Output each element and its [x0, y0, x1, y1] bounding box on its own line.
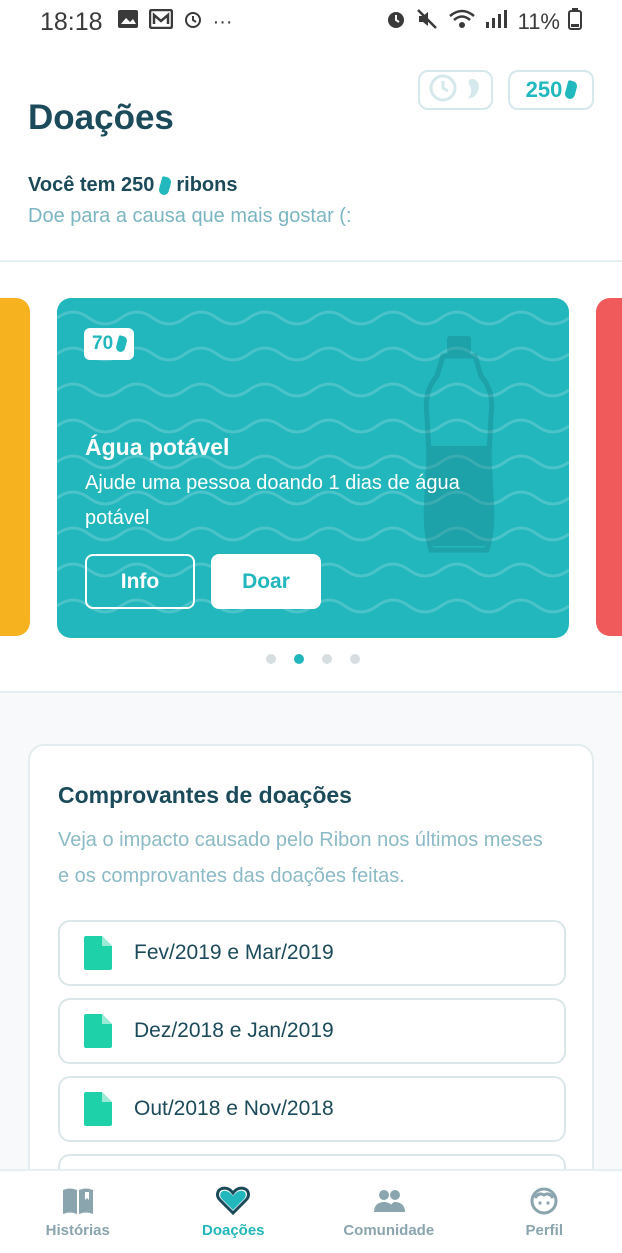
nav-label: Doações [201, 1221, 265, 1239]
mail-icon [148, 8, 173, 35]
ribon-icon [115, 335, 129, 353]
status-bar: 18:18 ··· 11% [0, 0, 622, 44]
history-button[interactable] [418, 70, 493, 110]
cause-card-next[interactable] [596, 298, 622, 636]
page-dot[interactable] [322, 654, 332, 664]
receipts-title: Comprovantes de doações [58, 782, 352, 808]
ribon-icon [158, 175, 173, 196]
page-dot[interactable] [266, 654, 276, 664]
status-system: 11% [384, 8, 582, 36]
battery-icon [568, 8, 582, 36]
ribons-summary: Você tem 250 ribons [28, 174, 238, 197]
receipt-item[interactable]: Fev/2019 e Mar/2019 [58, 920, 566, 986]
cause-description: Ajude uma pessoa doando 1 dias de água p… [85, 472, 460, 529]
document-icon [84, 936, 112, 970]
receipt-label: Fev/2019 e Mar/2019 [134, 941, 334, 964]
book-icon [61, 1186, 95, 1216]
receipt-item[interactable]: Dez/2018 e Jan/2019 [58, 998, 566, 1064]
nav-item-historias[interactable]: Histórias [0, 1171, 156, 1253]
page-dot[interactable] [350, 654, 360, 664]
causes-carousel[interactable]: 70 Água potável Ajude uma pessoa doando … [0, 260, 622, 693]
nav-item-comunidade[interactable]: Comunidade [311, 1171, 467, 1253]
document-icon [84, 1014, 112, 1048]
ribon-icon [564, 80, 579, 100]
balance-value: 250 [525, 77, 563, 102]
donate-button[interactable]: Doar [211, 554, 321, 609]
image-icon [117, 9, 139, 35]
community-icon [372, 1186, 406, 1216]
heart-icon [216, 1186, 251, 1216]
receipt-item[interactable]: Out/2018 e Nov/2018 [58, 1076, 566, 1142]
more-notifications: ··· [212, 10, 233, 33]
alarm-set-icon [384, 8, 408, 36]
signal-icon [484, 8, 510, 36]
cause-card-previous[interactable] [0, 298, 30, 636]
status-time: 18:18 [40, 7, 103, 36]
nav-label: Histórias [45, 1221, 110, 1239]
page-subtitle: Doe para a causa que mais gostar (: [28, 205, 352, 227]
profile-icon [527, 1186, 561, 1216]
alarm-icon [183, 9, 203, 35]
document-icon [84, 1092, 112, 1126]
ribons-label: ribons [176, 174, 238, 196]
nav-label: Perfil [525, 1221, 563, 1239]
status-notifications: ··· [117, 8, 233, 35]
cause-card-water: 70 Água potável Ajude uma pessoa doando … [57, 298, 569, 638]
balance-badge[interactable]: 250 [508, 70, 594, 110]
receipt-label: Dez/2018 e Jan/2019 [134, 1019, 334, 1042]
wifi-icon [448, 8, 476, 36]
you-have-label: Você tem 250 [28, 174, 155, 196]
receipts-description: Veja o impacto causado pelo Ribon nos úl… [58, 829, 543, 887]
cause-title: Água potável [85, 434, 230, 460]
nav-label: Comunidade [343, 1221, 435, 1239]
receipt-label: Out/2018 e Nov/2018 [134, 1097, 334, 1120]
mute-icon [416, 8, 440, 36]
carousel-pagination [0, 654, 622, 664]
nav-item-doacoes[interactable]: Doações [156, 1171, 312, 1253]
bottom-navigation: Histórias Doações Comunidade Perfil [0, 1169, 622, 1253]
page-title: Doações [28, 98, 174, 137]
clock-icon [428, 73, 484, 108]
cost-value: 70 [92, 333, 114, 354]
battery-level: 11% [517, 9, 560, 34]
cost-badge: 70 [84, 328, 135, 360]
page-dot-active[interactable] [294, 654, 304, 664]
nav-item-perfil[interactable]: Perfil [467, 1171, 622, 1253]
info-button[interactable]: Info [85, 554, 195, 609]
